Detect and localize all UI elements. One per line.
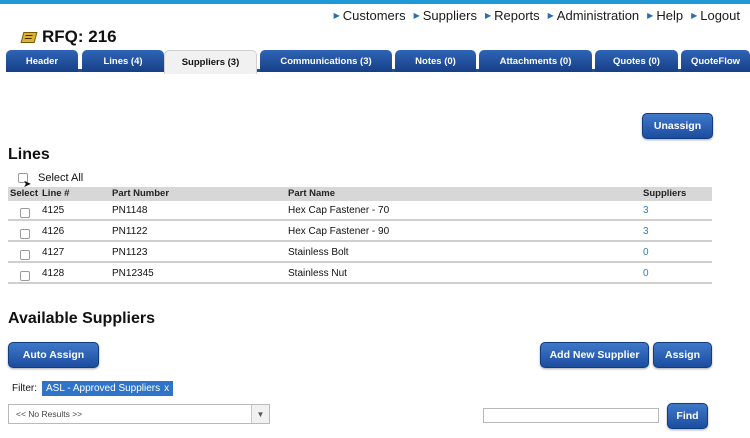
nav-logout[interactable]: ▶ Logout [691,8,740,23]
filter-chip[interactable]: ASL - Approved Suppliers x [42,381,174,396]
triangle-right-icon: ▶ [333,11,340,20]
tab-lines[interactable]: Lines (4) [82,50,164,72]
col-part-name: Part Name [288,188,335,199]
cell-line-number: 4125 [42,205,65,216]
add-new-supplier-button[interactable]: Add New Supplier [540,342,649,368]
cell-part-name: Hex Cap Fastener - 90 [288,226,390,237]
row-checkbox[interactable] [20,250,30,260]
top-accent-stripe [0,0,750,4]
cell-suppliers-link[interactable]: 0 [643,264,649,284]
filter-bar: Filter: ASL - Approved Suppliers x [12,381,174,396]
tab-header[interactable]: Header [6,50,78,72]
chevron-down-icon[interactable]: ▼ [251,405,269,423]
tab-attachments[interactable]: Attachments (0) [479,50,592,72]
col-select: Select [10,188,38,199]
nav-administration[interactable]: ▶ Administration [548,8,640,23]
table-row: 4126 PN1122 Hex Cap Fastener - 90 3 [8,222,712,242]
assign-button[interactable]: Assign [653,342,712,368]
cell-line-number: 4127 [42,247,65,258]
tab-communications[interactable]: Communications (3) [260,50,392,72]
cell-line-number: 4126 [42,226,65,237]
triangle-right-icon: ▶ [547,11,554,20]
auto-assign-button[interactable]: Auto Assign [8,342,99,368]
lines-section-title: Lines [8,146,50,163]
triangle-right-icon: ▶ [647,11,654,20]
nav-customers[interactable]: ▶ Customers [334,8,406,23]
nav-suppliers[interactable]: ▶ Suppliers [414,8,477,23]
find-input[interactable] [483,408,659,423]
cell-part-number: PN1122 [112,226,148,237]
tab-quoteflow[interactable]: QuoteFlow [681,50,750,72]
find-button[interactable]: Find [667,403,708,429]
tab-suppliers[interactable]: Suppliers (3) [164,50,257,74]
tab-notes[interactable]: Notes (0) [395,50,476,72]
row-checkbox[interactable] [20,271,30,281]
table-row: 4128 PN12345 Stainless Nut 0 [8,264,712,284]
cell-suppliers-link[interactable]: 3 [643,201,649,221]
unassign-button[interactable]: Unassign [642,113,713,139]
nav-help[interactable]: ▶ Help [647,8,683,23]
tab-quotes[interactable]: Quotes (0) [595,50,678,72]
available-suppliers-title: Available Suppliers [8,310,156,327]
cell-part-number: PN12345 [112,268,154,279]
cell-suppliers-link[interactable]: 3 [643,222,649,242]
cell-part-name: Stainless Bolt [288,247,349,258]
table-row: 4127 PN1123 Stainless Bolt 0 [8,243,712,263]
triangle-right-icon: ▶ [691,11,698,20]
filter-label: Filter: [12,383,37,394]
col-line-number: Line # [42,188,70,199]
tag-icon [20,31,38,43]
row-checkbox[interactable] [20,229,30,239]
cell-part-number: PN1148 [112,205,148,216]
cell-part-number: PN1123 [112,247,148,258]
table-row: 4125 PN1148 Hex Cap Fastener - 70 3 [8,201,712,221]
cell-part-name: Hex Cap Fastener - 70 [288,205,390,216]
close-icon[interactable]: x [164,383,169,394]
col-suppliers: Suppliers [643,188,687,199]
col-part-number: Part Number [112,188,170,199]
page-title: RFQ: 216 [20,27,117,47]
supplier-select[interactable]: << No Results >> ▼ [8,404,270,424]
nav-reports[interactable]: ▶ Reports [485,8,540,23]
triangle-right-icon: ▶ [413,11,420,20]
tab-bar: Header Lines (4) Suppliers (3) Communica… [6,50,750,74]
top-navigation: ▶ Customers ▶ Suppliers ▶ Reports ▶ Administ… [334,8,740,23]
lines-table-header: Select Line # Part Number Part Name Supp… [8,187,712,201]
row-checkbox[interactable] [20,208,30,218]
cell-suppliers-link[interactable]: 0 [643,243,649,263]
cell-part-name: Stainless Nut [288,268,347,279]
cell-line-number: 4128 [42,268,65,279]
triangle-right-icon: ▶ [484,11,492,20]
